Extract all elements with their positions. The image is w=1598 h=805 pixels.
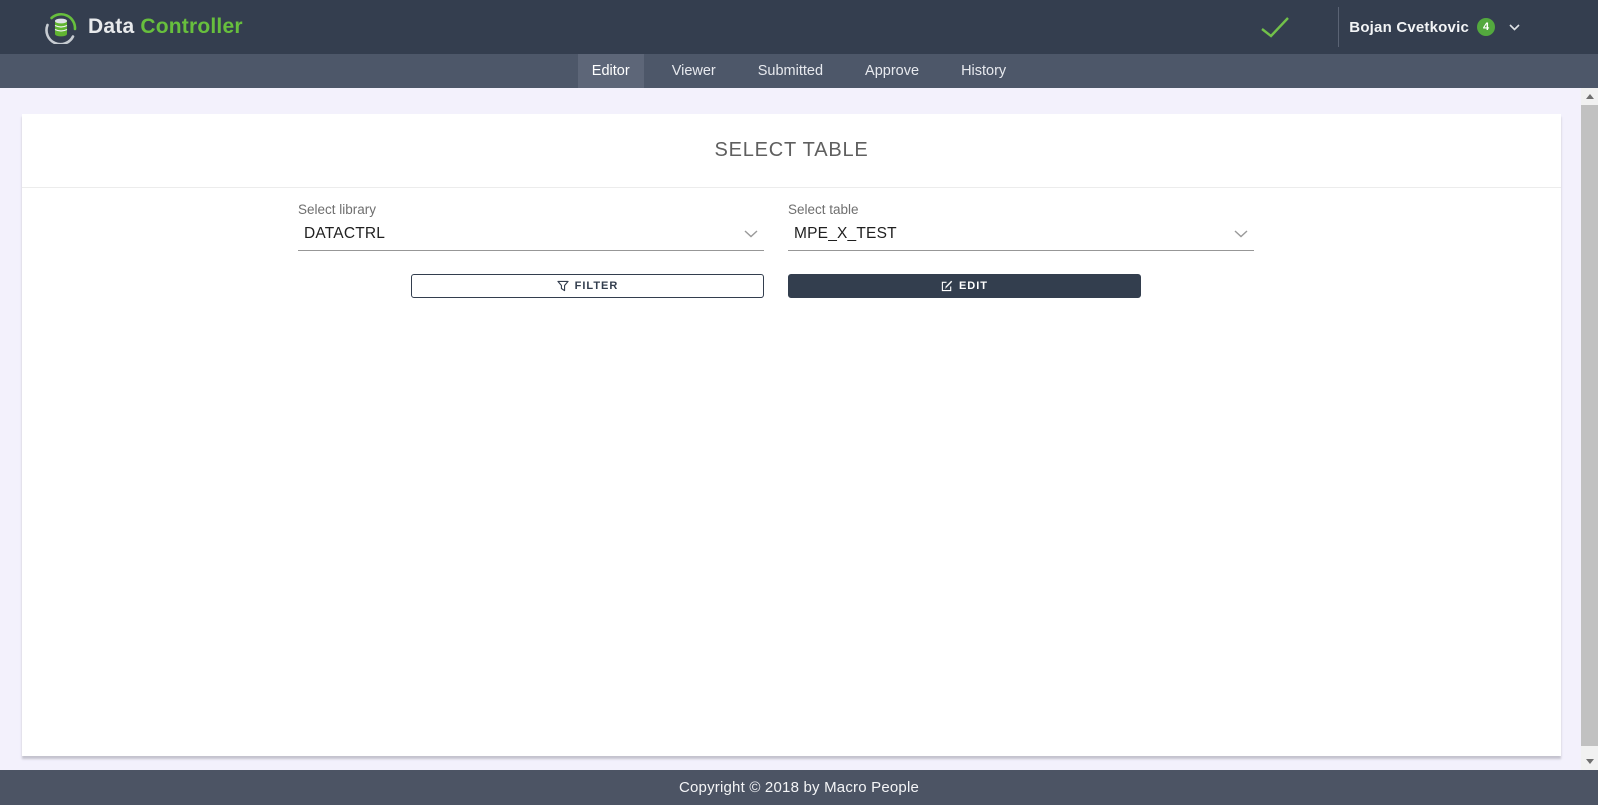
data-controller-logo-icon	[44, 10, 78, 44]
filter-icon	[557, 280, 569, 292]
user-name: Bojan Cvetkovic	[1349, 19, 1469, 36]
edit-button-label: EDIT	[959, 280, 988, 292]
triangle-up-icon	[1586, 94, 1594, 99]
brand-name: Data Controller	[88, 15, 243, 39]
chevron-down-icon	[744, 230, 758, 238]
copyright-text: Copyright © 2018 by Macro People	[679, 779, 919, 796]
chevron-down-icon	[1234, 230, 1248, 238]
table-field-label: Select table	[788, 202, 1254, 217]
user-badge: 4	[1477, 18, 1495, 36]
content-area: SELECT TABLE Select library DATACTRL	[0, 88, 1598, 770]
app-root: Data Controller Bojan Cvetkovic 4	[0, 0, 1598, 805]
user-menu[interactable]: Bojan Cvetkovic 4	[1349, 12, 1520, 42]
table-select-value: MPE_X_TEST	[794, 225, 897, 243]
page-title: SELECT TABLE	[22, 114, 1561, 188]
vertical-scrollbar[interactable]	[1581, 88, 1598, 770]
edit-button[interactable]: EDIT	[788, 274, 1141, 298]
brand-logo[interactable]: Data Controller	[44, 10, 243, 44]
select-table-card: SELECT TABLE Select library DATACTRL	[22, 114, 1561, 756]
main-nav: Editor Viewer Submitted Approve History	[0, 54, 1598, 88]
filter-button-label: FILTER	[575, 280, 619, 292]
tab-viewer[interactable]: Viewer	[658, 54, 730, 88]
tab-editor[interactable]: Editor	[578, 54, 644, 88]
header-divider	[1338, 7, 1339, 47]
triangle-down-icon	[1586, 759, 1594, 764]
chevron-down-icon	[1509, 24, 1520, 31]
filter-button[interactable]: FILTER	[411, 274, 764, 298]
scrollbar-thumb[interactable]	[1581, 105, 1598, 746]
brand-word-data: Data	[88, 15, 134, 38]
library-select-value: DATACTRL	[304, 225, 385, 243]
tab-history[interactable]: History	[947, 54, 1020, 88]
header-right: Bojan Cvetkovic 4	[1260, 7, 1598, 47]
edit-icon	[941, 280, 953, 292]
library-field: Select library DATACTRL	[298, 202, 764, 251]
app-footer: Copyright © 2018 by Macro People	[0, 770, 1598, 805]
tab-submitted[interactable]: Submitted	[744, 54, 837, 88]
table-select[interactable]: MPE_X_TEST	[788, 222, 1254, 251]
library-field-label: Select library	[298, 202, 764, 217]
scrollbar-down-button[interactable]	[1581, 753, 1598, 770]
scrollbar-up-button[interactable]	[1581, 88, 1598, 105]
table-field: Select table MPE_X_TEST	[788, 202, 1254, 251]
library-select[interactable]: DATACTRL	[298, 222, 764, 251]
app-header: Data Controller Bojan Cvetkovic 4	[0, 0, 1598, 54]
brand-word-controller: Controller	[140, 15, 242, 38]
select-table-form: Select library DATACTRL Select table	[298, 202, 1254, 298]
check-icon	[1260, 15, 1290, 39]
tab-approve[interactable]: Approve	[851, 54, 933, 88]
